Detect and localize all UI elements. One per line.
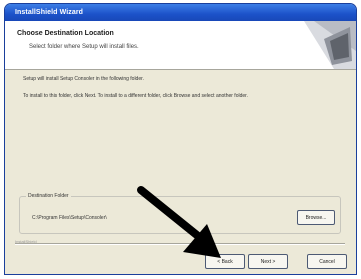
instruction-line-2: To install to this folder, click Next. T… bbox=[23, 93, 248, 99]
destination-group-label: Destination Folder bbox=[26, 193, 71, 199]
wizard-header: Choose Destination Location Select folde… bbox=[5, 21, 356, 70]
next-button[interactable]: Next > bbox=[248, 254, 288, 269]
installer-window: InstallShield Wizard Choose Destination … bbox=[4, 3, 357, 275]
window-title: InstallShield Wizard bbox=[5, 4, 356, 21]
header-subtitle: Select folder where Setup will install f… bbox=[29, 44, 139, 50]
header-graphic-icon bbox=[304, 21, 356, 69]
pointer-arrow-icon bbox=[137, 186, 221, 258]
header-title: Choose Destination Location bbox=[17, 30, 114, 37]
cancel-button[interactable]: Cancel bbox=[307, 254, 347, 269]
instruction-line-1: Setup will install Setup Consoler in the… bbox=[23, 76, 144, 82]
browse-button[interactable]: Browse... bbox=[297, 210, 335, 225]
destination-path: C:\Program Files\Setup\Consoler\ bbox=[32, 215, 107, 221]
